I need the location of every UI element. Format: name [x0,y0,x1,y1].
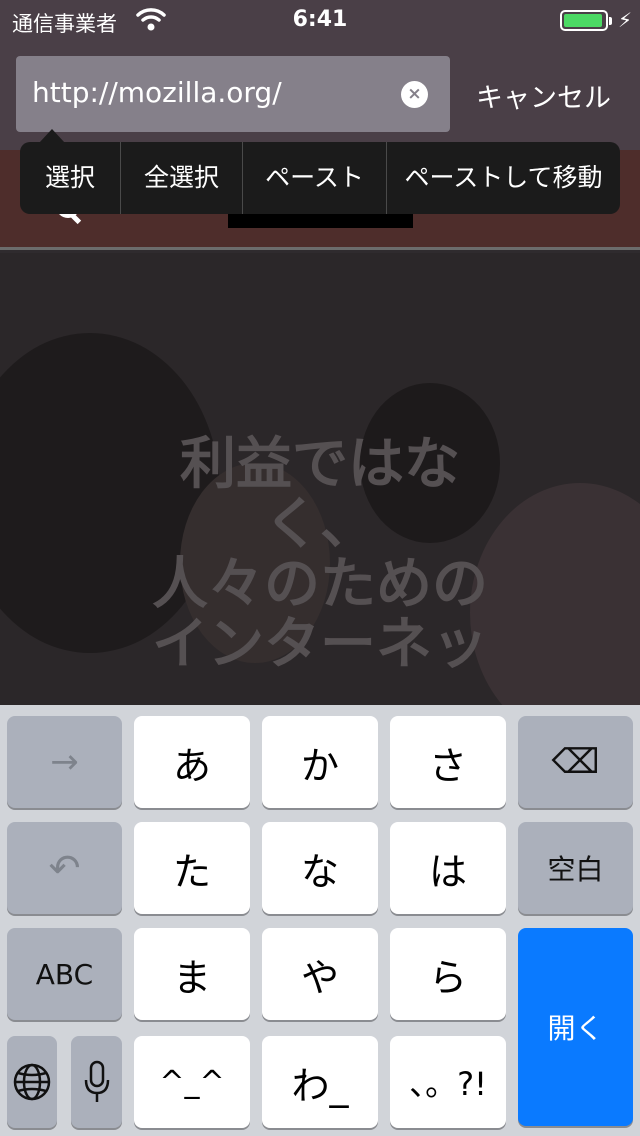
globe-icon[interactable] [7,1036,57,1128]
menu-item-select-all[interactable]: 全選択 [121,142,243,214]
edit-menu: 選択 全選択 ペースト ペーストして移動 [20,142,620,214]
charging-icon: ⚡ [618,8,633,32]
edit-menu-arrow [39,129,65,143]
globe-icon-graphic [13,1063,51,1101]
key-ka[interactable]: か [262,716,378,808]
key-punctuation[interactable]: 、。?! [390,1036,506,1128]
key-ya[interactable]: や [262,928,378,1020]
search-icon-handle [69,212,82,225]
cancel-button[interactable]: キャンセル [476,76,611,115]
webpage-content: 利益ではな く、 人々のための インターネッ [0,150,640,705]
hero-image: 利益ではな く、 人々のための インターネッ [0,253,640,705]
keyboard: → あ か さ ⌫ ↶ た な は 空白 ABC ま や ら 開く ^_^ わ_… [0,705,640,1136]
url-input[interactable]: http://mozilla.org/ × [16,56,450,132]
battery-nub [609,17,612,25]
status-bar: 通信事業者 6:41 ⚡ [0,0,640,40]
microphone-icon[interactable] [71,1036,122,1128]
key-ta[interactable]: た [134,822,250,914]
menu-item-paste[interactable]: ペースト [243,142,387,214]
battery-fill [564,14,602,27]
key-a[interactable]: あ [134,716,250,808]
microphone-icon-graphic [84,1060,109,1102]
hero-heading-line: 人々のための [152,552,488,617]
hero-heading-line: インターネッ [152,612,488,677]
hero-heading-line: 利益ではな [180,432,460,497]
key-wa[interactable]: わ_ [262,1036,378,1128]
go-button[interactable]: 開く [518,928,633,1126]
abc-key[interactable]: ABC [7,928,122,1020]
browser-toolbar: 通信事業者 6:41 ⚡ http://mozilla.org/ × キャンセル [0,0,640,150]
clear-icon[interactable]: × [401,81,428,108]
hero-heading: 利益ではな く、 人々のための インターネッ [0,435,640,675]
space-key[interactable]: 空白 [518,822,633,914]
key-emoticon[interactable]: ^_^ [134,1036,250,1128]
key-ma[interactable]: ま [134,928,250,1020]
undo-key[interactable]: ↶ [7,822,122,914]
menu-item-paste-and-go[interactable]: ペーストして移動 [387,142,620,214]
key-sa[interactable]: さ [390,716,506,808]
key-ra[interactable]: ら [390,928,506,1020]
next-key[interactable]: → [7,716,122,808]
key-na[interactable]: な [262,822,378,914]
battery-icon [560,10,608,31]
hero-heading-line: く、 [264,492,376,557]
menu-item-select[interactable]: 選択 [20,142,121,214]
delete-key[interactable]: ⌫ [518,716,633,808]
status-time: 6:41 [292,7,348,32]
url-input-value[interactable]: http://mozilla.org/ [32,76,282,109]
key-ha[interactable]: は [390,822,506,914]
